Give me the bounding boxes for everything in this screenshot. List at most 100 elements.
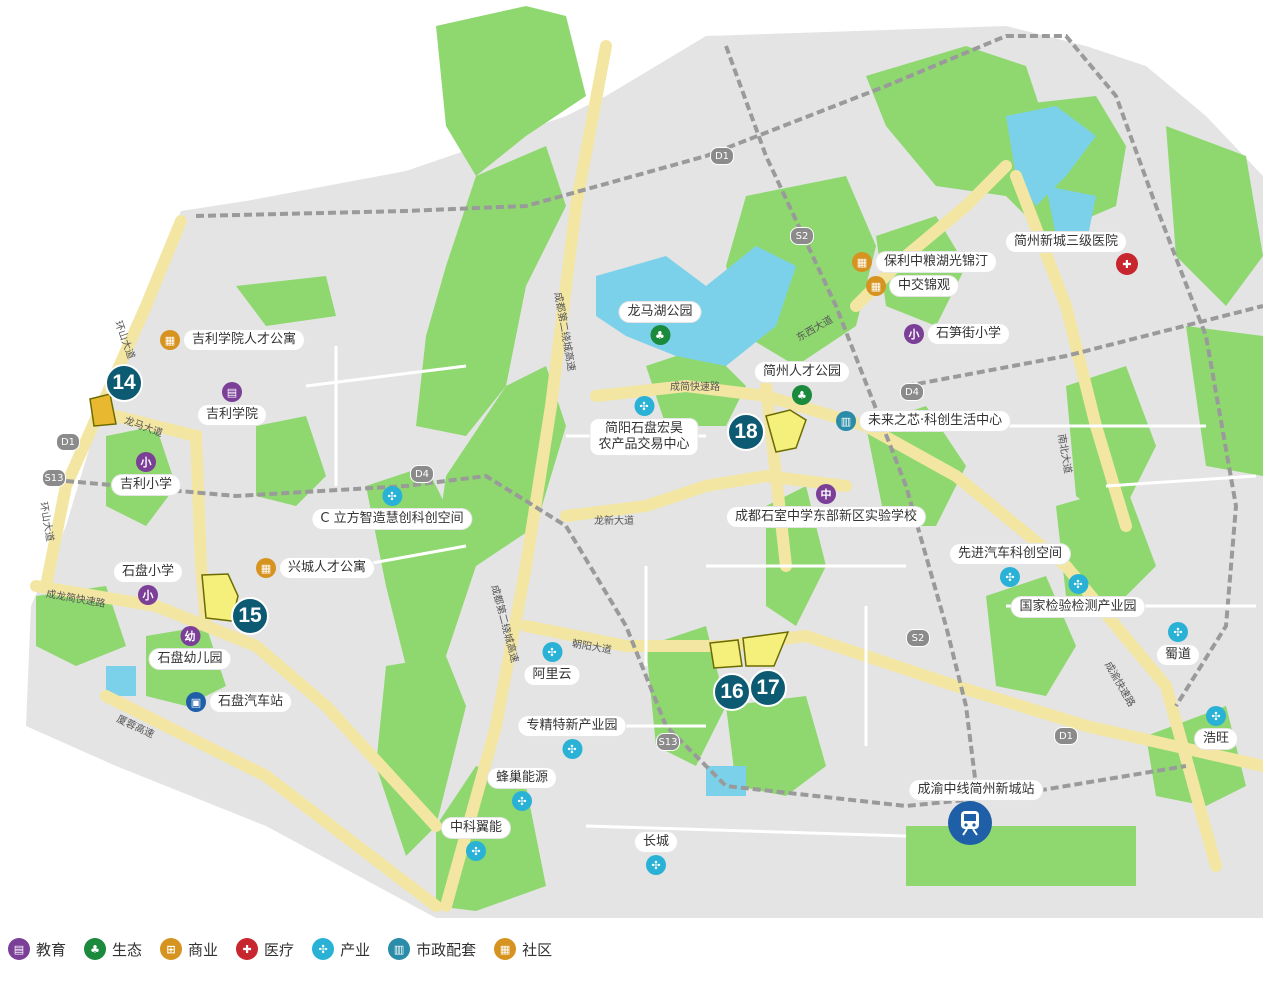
poi-label: 石盘幼儿园 [149, 649, 231, 669]
poi-national-testing-park[interactable]: ✣ 国家检验检测产业园 [1011, 574, 1145, 617]
poi-jianzhou-hospital[interactable]: 简州新城三级医院 [1005, 232, 1127, 252]
education-icon: 幼 [179, 626, 200, 646]
legend-label: 生态 [112, 940, 143, 959]
poi-specialized-park[interactable]: 专精特新产业园 ✣ [518, 716, 626, 759]
poi-shipan-primary[interactable]: 石盘小学 小 [113, 562, 183, 605]
shield-d1-west: D1 [56, 433, 80, 451]
plot-marker-17[interactable]: 17 [749, 669, 787, 707]
industry-icon: ✣ [1167, 622, 1188, 642]
legend-industry: ✣ 产业 [312, 938, 370, 960]
poi-label: 兴城人才公寓 [280, 558, 375, 578]
road-label-longxin: 龙新大道 [594, 516, 634, 527]
poi-baoli-apartment[interactable]: ▦ 保利中粮湖光锦汀 [852, 252, 997, 272]
plot-marker-18[interactable]: 18 [727, 413, 765, 451]
legend-label: 产业 [340, 940, 371, 959]
poi-label: 石笋街小学 [928, 324, 1010, 344]
map-frame[interactable]: 环山大道 环山大道 龙马大道 成都第二绕城高速 成都第二绕城高速 成简快速路 龙… [6, 6, 1263, 918]
poi-jianyang-market[interactable]: ✣ 简阳石盘宏昊 农产品交易中心 [590, 396, 698, 455]
shield-s2-south: S2 [906, 629, 930, 647]
poi-future-core-center[interactable]: ▥ 未来之芯·科创生活中心 [836, 411, 1011, 431]
legend-education: ▤ 教育 [8, 938, 66, 960]
poi-zhongjiao-jinguan[interactable]: ▦ 中交锦观 [866, 276, 959, 296]
community-icon: ▦ [866, 276, 886, 296]
legend-label: 商业 [188, 940, 219, 959]
bus-icon: ▣ [186, 692, 206, 712]
poi-aliyun[interactable]: ✣ 阿里云 [524, 642, 580, 685]
community-icon: ▦ [256, 558, 276, 578]
poi-xingcheng-apartment[interactable]: ▦ 兴城人才公寓 [256, 558, 375, 578]
legend-label: 市政配套 [416, 940, 477, 959]
education-icon: 中 [815, 484, 836, 504]
ecology-icon: ♣ [791, 385, 812, 405]
poi-label: 先进汽车科创空间 [949, 544, 1071, 564]
poi-label: 石盘汽车站 [210, 692, 292, 712]
education-icon: 小 [137, 585, 158, 605]
road-label-chengjian: 成简快速路 [670, 382, 720, 393]
poi-jili-college[interactable]: ▤ 吉利学院 [197, 382, 267, 425]
poi-shisunjie-primary[interactable]: 小 石笋街小学 [904, 324, 1010, 344]
poi-fengchao-energy[interactable]: 蜂巢能源 ✣ [487, 768, 557, 811]
plot-marker-16[interactable]: 16 [713, 673, 751, 711]
poi-c-cube-space[interactable]: ✣ C 立方智造慧创科创空间 [312, 486, 472, 529]
poi-label: 吉利学院 [197, 405, 267, 425]
commerce-icon: ⊞ [160, 938, 183, 960]
industry-icon: ✣ [633, 396, 654, 416]
poi-label: 中科翼能 [441, 818, 511, 838]
poi-shipan-kindergarten[interactable]: 幼 石盘幼儿园 [149, 626, 231, 669]
poi-label: 长城 [634, 832, 678, 852]
poi-label: 简州人才公园 [754, 362, 850, 382]
community-icon: ▦ [852, 252, 872, 272]
train-icon [948, 801, 992, 845]
industry-icon: ✣ [465, 841, 486, 861]
poi-label: 吉利小学 [111, 475, 181, 495]
poi-jili-primary[interactable]: 小 吉利小学 [111, 452, 181, 495]
legend-ecology: ♣ 生态 [84, 938, 142, 960]
poi-label: 蜂巢能源 [487, 768, 557, 788]
poi-chengyu-station[interactable]: 成渝中线简州新城站 [909, 780, 1043, 800]
poi-shipan-bus-station[interactable]: ▣ 石盘汽车站 [186, 692, 292, 712]
industry-icon: ✣ [1067, 574, 1088, 594]
poi-longma-lake-park[interactable]: 龙马湖公园 ♣ [619, 302, 701, 345]
industry-icon: ✣ [1205, 706, 1226, 726]
ecology-icon: ♣ [84, 938, 107, 960]
poi-label: 吉利学院人才公寓 [184, 330, 305, 350]
community-icon: ▦ [160, 330, 180, 350]
poi-label: 浩旺 [1194, 729, 1238, 749]
education-icon: ▤ [8, 938, 30, 960]
poi-label: 中交锦观 [890, 276, 959, 296]
shield-s13-south: S13 [656, 733, 680, 751]
hospital-icon: ✚ [1116, 253, 1138, 275]
civic-icon: ▥ [836, 411, 856, 431]
poi-zhongke-yineng[interactable]: 中科翼能 ✣ [441, 818, 511, 861]
education-icon: 小 [904, 324, 924, 344]
poi-jili-talent-apartment[interactable]: ▦ 吉利学院人才公寓 [160, 330, 305, 350]
plot-marker-15[interactable]: 15 [231, 597, 269, 635]
poi-shudao[interactable]: ✣ 蜀道 [1156, 622, 1200, 665]
plot-marker-14[interactable]: 14 [105, 364, 143, 402]
poi-label: 成渝中线简州新城站 [909, 780, 1043, 800]
shield-d4-west: D4 [410, 465, 434, 483]
shield-s13-west: S13 [42, 469, 66, 487]
poi-haowang[interactable]: ✣ 浩旺 [1194, 706, 1238, 749]
poi-label: C 立方智造慧创科创空间 [312, 509, 472, 529]
poi-label: 专精特新产业园 [518, 716, 626, 736]
shield-d1-east: D1 [1054, 727, 1078, 745]
industry-icon: ✣ [541, 642, 562, 662]
poi-label: 阿里云 [524, 665, 580, 685]
industry-icon: ✣ [312, 938, 335, 960]
legend-community: ▦ 社区 [494, 938, 552, 960]
plot-16 [709, 639, 743, 669]
poi-label: 石盘小学 [113, 562, 183, 582]
poi-jianzhou-talent-park[interactable]: 简州人才公园 ♣ [754, 362, 850, 405]
poi-label: 成都石室中学东部新区实验学校 [726, 507, 926, 527]
shield-d1-north: D1 [710, 147, 734, 165]
industry-icon: ✣ [561, 739, 582, 759]
poi-label: 保利中粮湖光锦汀 [876, 252, 997, 272]
poi-chengdu-shishi-school[interactable]: 中 成都石室中学东部新区实验学校 [726, 484, 926, 527]
poi-changcheng[interactable]: 长城 ✣ [634, 832, 678, 875]
industry-icon: ✣ [511, 791, 532, 811]
legend-civic: ▥ 市政配套 [388, 938, 476, 960]
poi-label: 未来之芯·科创生活中心 [860, 411, 1011, 431]
poi-label: 简阳石盘宏昊 农产品交易中心 [590, 419, 698, 455]
legend-label: 教育 [36, 940, 67, 959]
